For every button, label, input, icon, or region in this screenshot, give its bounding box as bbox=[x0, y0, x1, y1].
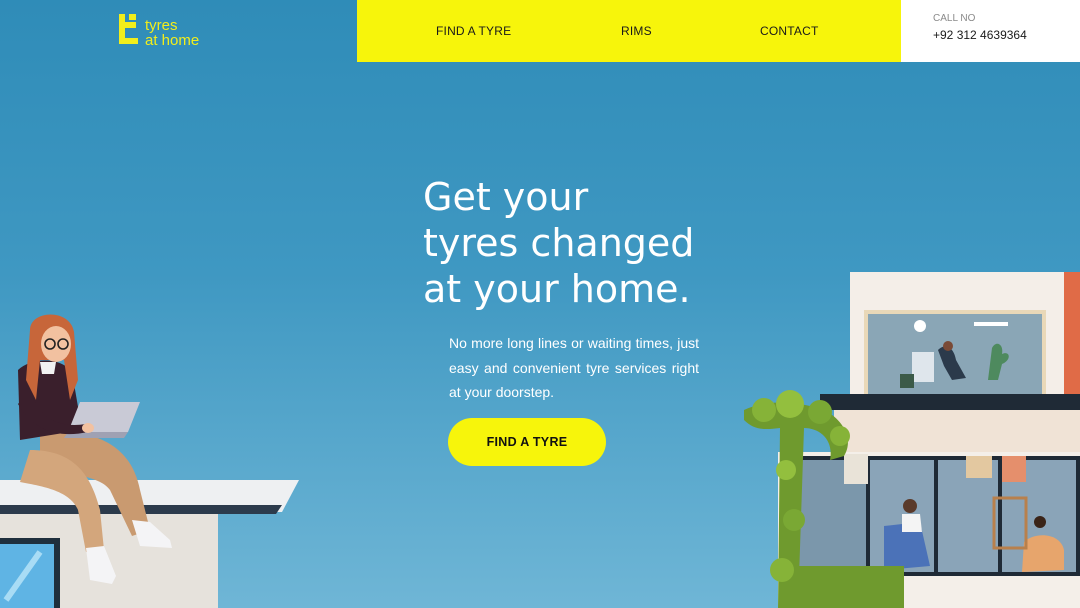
logo-text: tyres at home bbox=[145, 18, 199, 48]
main-nav: FIND A TYRE RIMS CONTACT bbox=[357, 0, 901, 62]
find-a-tyre-button[interactable]: FIND A TYRE bbox=[448, 418, 606, 466]
hero-subtitle: No more long lines or waiting times, jus… bbox=[449, 335, 699, 400]
logo-text-line1: tyres bbox=[145, 17, 178, 34]
house-illustration bbox=[744, 272, 1080, 608]
nav-contact[interactable]: CONTACT bbox=[760, 24, 819, 38]
call-label: CALL NO bbox=[933, 13, 976, 24]
nav-find-a-tyre[interactable]: FIND A TYRE bbox=[436, 24, 511, 38]
logo-text-line2: at home bbox=[145, 32, 200, 49]
call-box: CALL NO +92 312 4639364 bbox=[901, 0, 1080, 62]
woman-laptop-illustration bbox=[0, 314, 299, 608]
call-number[interactable]: +92 312 4639364 bbox=[933, 28, 1027, 42]
hero-title-line1: Get your bbox=[423, 175, 589, 219]
hero-title-line2: tyres changed bbox=[423, 221, 695, 265]
hero-title: Get your tyres changed at your home. bbox=[423, 174, 743, 312]
hero-title-line3: at your home. bbox=[423, 267, 691, 311]
logo-t-icon bbox=[119, 14, 138, 44]
nav-rims[interactable]: RIMS bbox=[621, 24, 652, 38]
brand-logo[interactable]: tyres at home bbox=[116, 12, 199, 48]
